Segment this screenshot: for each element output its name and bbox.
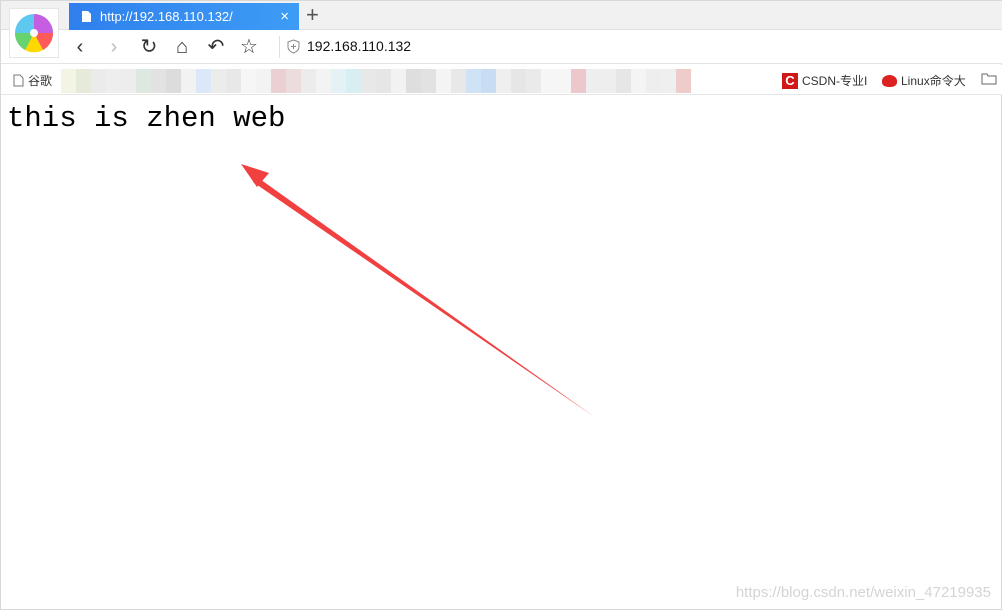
watermark: https://blog.csdn.net/weixin_47219935: [735, 584, 991, 601]
browser-logo: [9, 8, 59, 58]
annotation-arrow: [241, 164, 596, 418]
